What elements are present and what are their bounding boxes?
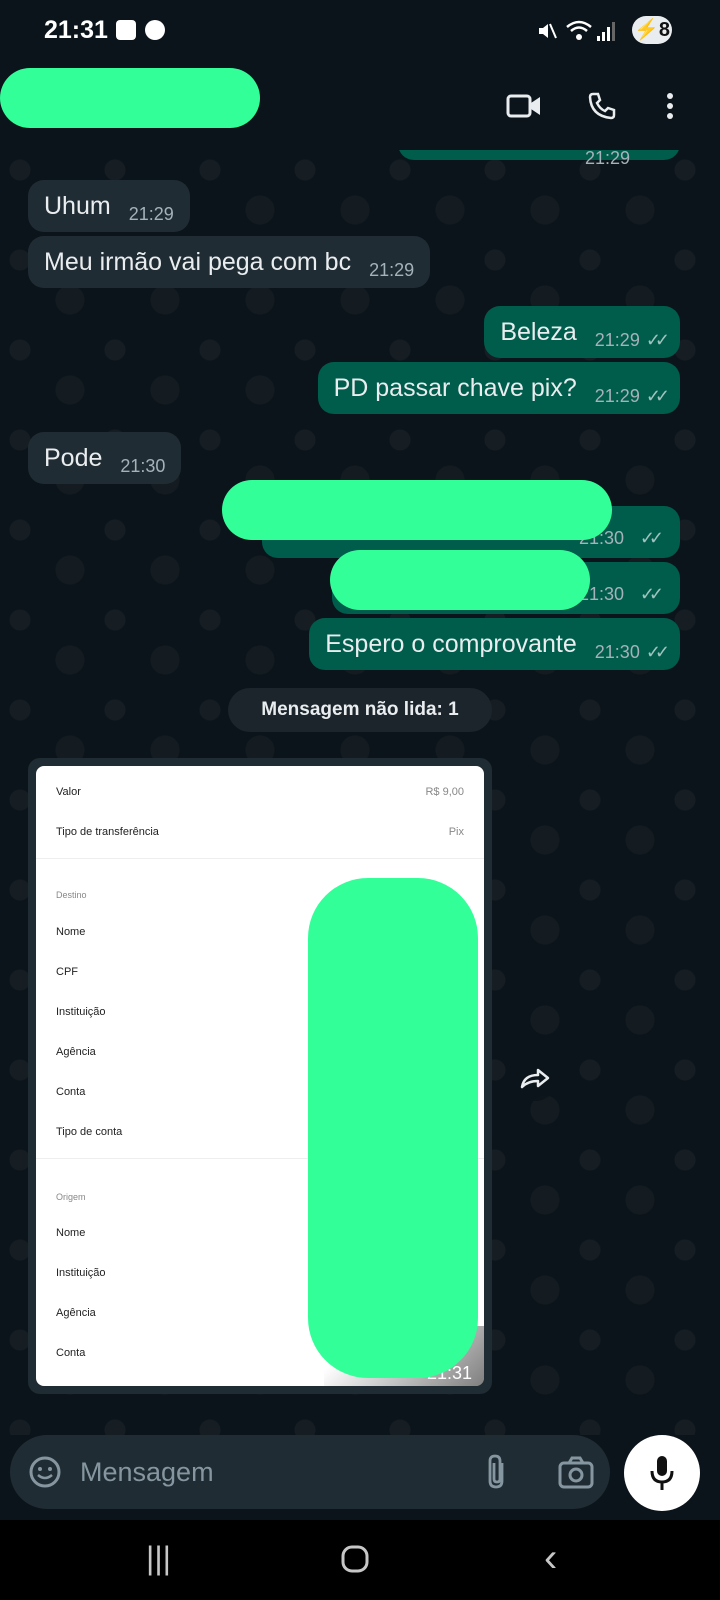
message-outgoing[interactable]: PD passar chave pix? 21:29 ✓✓ [317,362,680,414]
read-ticks-icon: ✓✓ [639,528,664,548]
mic-icon [650,1456,674,1490]
message-input[interactable]: Mensagem [80,1457,214,1488]
receipt-value: R$ 9,00 [425,786,464,798]
more-vert-icon [667,93,673,119]
redaction-scribble [308,878,478,1378]
parking-notification-icon [116,20,136,40]
message-time: 21:30 [594,642,640,662]
message-time: 21:29 [369,260,415,280]
receipt-field: Conta [56,1086,86,1098]
forward-button[interactable] [512,1055,558,1101]
receipt-field: Instituição [56,1006,106,1018]
more-options-button[interactable] [648,84,692,128]
video-call-button[interactable] [502,84,546,128]
receipt-field: Conta [56,1347,86,1359]
receipt-field: CPF [56,966,78,978]
message-time: 21:29 [128,204,174,224]
receipt-field: Tipo de conta [56,1126,123,1138]
receipt-value: Pix [448,826,464,838]
forward-icon [520,1068,550,1089]
receipt-divider [36,858,484,859]
receipt-field: Nome [56,926,86,938]
redaction-scribble [330,550,590,610]
wifi-icon [566,20,592,40]
status-bar: 21:31 ⚡8 [0,0,720,58]
receipt-label: Tipo de transferência [56,826,159,838]
message-text: Beleza [500,318,577,346]
message-text: Pode [44,444,103,472]
mic-button[interactable] [624,1435,700,1511]
battery-indicator: ⚡8 [632,16,672,44]
status-time: 21:31 [44,16,108,44]
message-incoming[interactable]: Meu irmão vai pega com bc 21:29 [28,236,431,288]
nav-back-button[interactable]: ‹ [544,1536,557,1581]
receipt-section-header: Origem [56,1192,86,1202]
recent-apps-button[interactable]: ||| [146,1540,171,1577]
voice-call-button[interactable] [580,84,624,128]
message-text: PD passar chave pix? [333,374,577,402]
message-text: Uhum [44,192,111,220]
message-text: Espero o comprovante [325,630,577,658]
image-message[interactable]: Valor R$ 9,00 Tipo de transferência Pix … [28,758,492,1394]
receipt-field: Instituição [56,1267,106,1279]
message-outgoing[interactable]: Espero o comprovante 21:30 ✓✓ [309,618,680,670]
paperclip-icon[interactable] [484,1453,510,1491]
receipt-section-header: Destino [56,890,87,900]
system-nav-bar: ||| ‹ [0,1520,720,1600]
message-time: 21:29 [594,386,640,406]
message-incoming[interactable]: Uhum 21:29 [28,180,190,232]
message-input-bar[interactable]: Mensagem [10,1435,610,1509]
home-button[interactable] [340,1544,370,1574]
redaction-scribble [222,480,612,540]
video-call-icon [506,94,540,118]
read-ticks-icon: ✓✓ [645,642,670,662]
message-time: 21:30 [120,456,166,476]
message-text: Meu irmão vai pega com bc [44,248,352,276]
phone-icon [588,92,616,120]
message-bubble-partial[interactable]: 21:29 [398,150,680,168]
message-time: 21:29 [594,330,640,350]
chat-area[interactable]: 21:29 Uhum 21:29 Meu irmão vai pega com b… [0,150,720,1435]
redacted-contact-name [0,68,260,128]
receipt-field: Agência [56,1307,96,1319]
read-ticks-icon: ✓✓ [639,584,664,604]
receipt-field: Agência [56,1046,96,1058]
read-ticks-icon: ✓✓ [645,386,670,406]
signal-icon [597,22,615,41]
receipt-label: Valor [56,786,81,798]
chat-header: ‹ [0,58,720,151]
discord-notification-icon [145,20,165,40]
camera-icon[interactable] [558,1455,594,1489]
message-outgoing[interactable]: Beleza 21:29 ✓✓ [484,306,680,358]
unread-divider: Mensagem não lida: 1 [228,688,492,732]
message-incoming[interactable]: Pode 21:30 [28,432,182,484]
mute-icon [539,23,557,39]
read-ticks-icon: ✓✓ [645,330,670,350]
sticker-emoji-icon[interactable] [28,1455,62,1489]
receipt-field: Nome [56,1227,86,1239]
